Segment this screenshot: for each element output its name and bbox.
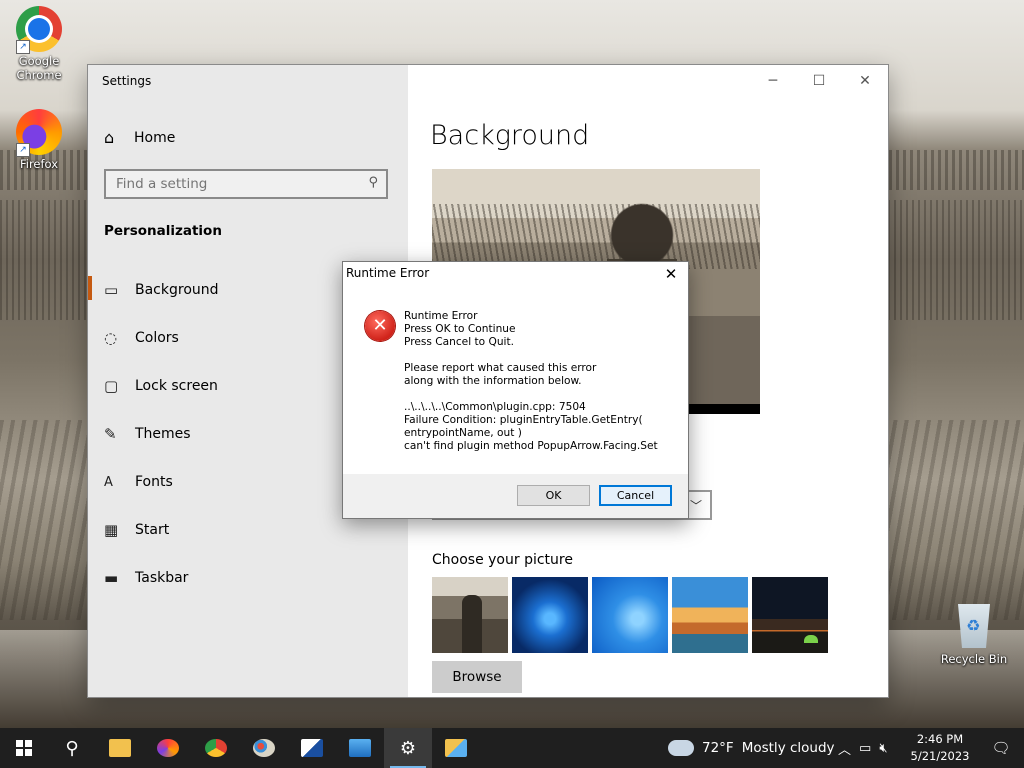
file-explorer-icon [109, 739, 131, 757]
taskbar-app[interactable] [288, 728, 336, 768]
notification-icon: 🗨︎ [991, 739, 1011, 757]
windows-logo-icon [16, 740, 32, 756]
browse-button[interactable]: Browse [432, 661, 522, 693]
shortcut-arrow-icon: ↗ [16, 40, 30, 54]
taskbar-settings[interactable]: ⚙ [384, 728, 432, 768]
close-icon[interactable]: ✕ [842, 65, 888, 97]
dialog-footer: OK Cancel [343, 474, 688, 518]
picture-thumbnail[interactable] [752, 577, 828, 653]
home-link[interactable]: ⌂ Home [104, 128, 175, 147]
nav-item-label: Lock screen [135, 378, 218, 394]
search-button[interactable]: ⚲ [48, 728, 96, 768]
cancel-button[interactable]: Cancel [599, 485, 672, 506]
taskbar-control-panel[interactable] [336, 728, 384, 768]
clock-time: 2:46 PM [916, 732, 964, 746]
nav-item-taskbar[interactable]: ▬ Taskbar [88, 554, 408, 602]
minimize-icon[interactable]: ─ [750, 65, 796, 97]
window-title: Settings [102, 74, 152, 88]
palette-icon: ◌ [104, 329, 118, 347]
weather-text: Mostly cloudy [741, 740, 835, 756]
search-box[interactable]: ⚲ [104, 169, 388, 199]
choose-picture-label: Choose your picture [432, 552, 573, 568]
lock-screen-icon: ▢ [104, 377, 119, 395]
taskbar-chrome[interactable] [192, 728, 240, 768]
taskbar-files[interactable] [432, 728, 480, 768]
window-controls: ─ ☐ ✕ [750, 65, 888, 97]
taskbar-icon: ▬ [104, 569, 119, 587]
desktop-icon-label: Google Chrome [16, 54, 62, 82]
chevron-down-icon: ﹀ [689, 499, 702, 513]
fonts-icon: A [104, 474, 113, 490]
search-icon: ⚲ [65, 737, 79, 759]
maximize-icon[interactable]: ☐ [796, 65, 842, 97]
volume-muted-icon[interactable]: 🔇︎ [879, 741, 887, 756]
chrome-icon: ↗ [16, 6, 62, 54]
picture-thumbnail[interactable] [592, 577, 668, 653]
error-message: Runtime Error Press OK to Continue Press… [404, 310, 658, 452]
weather-cloud-icon [666, 734, 694, 756]
desktop-icon-chrome[interactable]: ↗ Google Chrome [4, 6, 74, 82]
firefox-icon [157, 739, 179, 757]
nav-item-label: Themes [135, 426, 191, 442]
network-icon[interactable]: ▭ [859, 741, 871, 756]
home-icon: ⌂ [104, 128, 115, 147]
close-icon[interactable]: ✕ [660, 263, 682, 285]
recycle-bin-icon: ♻ [958, 604, 990, 648]
settings-icon: ⚙ [399, 737, 417, 759]
nav-item-label: Start [135, 522, 170, 538]
start-icon: ▦ [104, 521, 119, 539]
nav-item-label: Background [135, 282, 219, 298]
taskbar-paint[interactable] [240, 728, 288, 768]
chevron-up-icon[interactable]: ︿ [838, 739, 851, 758]
clock[interactable]: 2:46 PM 5/21/2023 [905, 731, 975, 765]
brush-icon: ✎ [104, 425, 117, 443]
search-input[interactable] [106, 171, 366, 197]
picture-thumbnail[interactable] [512, 577, 588, 653]
ok-button[interactable]: OK [517, 485, 590, 506]
picture-thumbnails [432, 577, 828, 653]
firefox-icon: ↗ [16, 109, 62, 157]
picture-icon: ▭ [104, 281, 119, 299]
picture-thumbnail[interactable] [432, 577, 508, 653]
page-title: Background [430, 120, 590, 151]
shortcut-arrow-icon: ↗ [16, 143, 30, 157]
error-icon: ✕ [365, 311, 395, 341]
taskbar: ⚲ ⚙ 72°F Mostly cloudy ︿ ▭ 🔇︎ 2:46 PM 5/… [0, 728, 1024, 768]
section-heading: Personalization [104, 223, 222, 239]
desktop-icon-firefox[interactable]: ↗ Firefox [4, 109, 74, 171]
weather-temp: 72°F [702, 740, 734, 756]
notification-center-button[interactable]: 🗨︎ [978, 728, 1024, 768]
app-icon [301, 739, 323, 757]
dialog-title: Runtime Error [346, 266, 430, 280]
desktop-icon-recycle-bin[interactable]: ♻ Recycle Bin [939, 604, 1009, 666]
desktop-icon-label: Firefox [19, 157, 59, 171]
control-panel-icon [349, 739, 371, 757]
home-label: Home [134, 129, 176, 146]
taskbar-file-explorer[interactable] [96, 728, 144, 768]
files-icon [445, 739, 467, 757]
start-button[interactable] [0, 728, 48, 768]
system-tray: ︿ ▭ 🔇︎ [838, 728, 888, 768]
nav-item-label: Fonts [135, 474, 173, 490]
runtime-error-dialog: Runtime Error ✕ ✕ Runtime Error Press OK… [342, 261, 689, 519]
search-icon: ⚲ [368, 175, 378, 190]
nav-item-label: Colors [135, 330, 179, 346]
desktop-icon-label: Recycle Bin [940, 652, 1008, 666]
paint-icon [253, 739, 275, 757]
chrome-icon [205, 739, 227, 757]
taskbar-firefox[interactable] [144, 728, 192, 768]
clock-date: 5/21/2023 [910, 749, 970, 763]
picture-thumbnail[interactable] [672, 577, 748, 653]
weather-widget[interactable]: 72°F Mostly cloudy [666, 728, 835, 768]
nav-item-label: Taskbar [135, 570, 189, 586]
